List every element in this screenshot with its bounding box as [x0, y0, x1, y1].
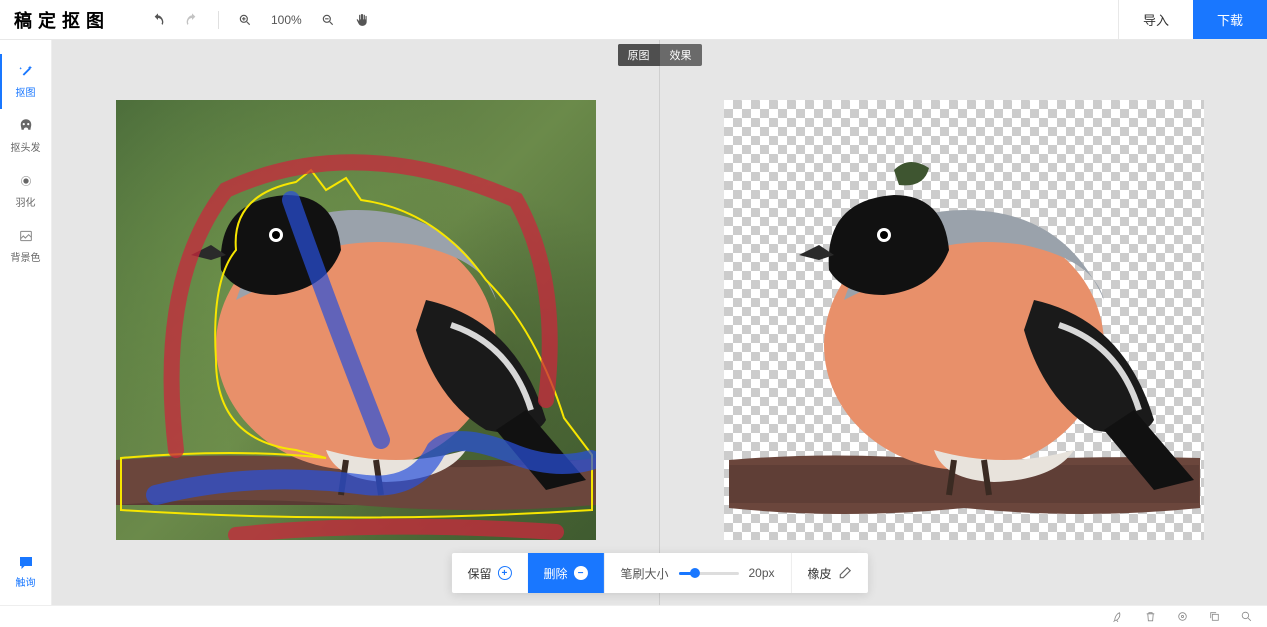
- brush-size-value: 20px: [749, 566, 775, 580]
- keep-brush-button[interactable]: 保留 +: [451, 553, 527, 593]
- copy-icon[interactable]: [1207, 610, 1221, 624]
- rocket-icon[interactable]: [1111, 610, 1125, 624]
- result-image: [724, 100, 1204, 540]
- eraser-icon: [838, 566, 852, 580]
- search-icon[interactable]: [1239, 610, 1253, 624]
- canvas-area: 原图 效果: [52, 40, 1267, 605]
- left-sidebar: 抠图 抠头发 羽化 背景色 触询: [0, 40, 52, 605]
- bird-cutout: [724, 100, 1204, 540]
- header-right: 导入 下载: [1118, 0, 1267, 39]
- sidebar-chat[interactable]: 触询: [0, 554, 51, 589]
- tab-original[interactable]: 原图: [618, 44, 660, 66]
- image-icon: [17, 227, 35, 245]
- app-logo: 稿定抠图: [14, 7, 110, 33]
- target-icon[interactable]: [1175, 610, 1189, 624]
- sidebar-chat-label: 触询: [16, 574, 36, 589]
- keep-label: 保留: [467, 565, 491, 582]
- tab-result[interactable]: 效果: [660, 44, 702, 66]
- sidebar-label: 羽化: [16, 194, 36, 209]
- minus-icon: −: [573, 566, 587, 580]
- remove-brush-button[interactable]: 删除 −: [527, 553, 603, 593]
- redo-icon[interactable]: [184, 12, 200, 28]
- wand-icon: [17, 62, 35, 80]
- bird-illustration: [116, 100, 596, 540]
- sidebar-label: 背景色: [11, 249, 41, 264]
- pan-hand-icon[interactable]: [354, 12, 370, 28]
- sidebar-item-cutout[interactable]: 抠图: [0, 54, 51, 109]
- remove-label: 删除: [543, 565, 567, 582]
- sidebar-item-hair[interactable]: 抠头发: [0, 109, 51, 164]
- chat-icon: [17, 554, 35, 572]
- sidebar-item-bgcolor[interactable]: 背景色: [0, 219, 51, 274]
- hair-icon: [17, 117, 35, 135]
- separator: [218, 11, 219, 29]
- zoom-level: 100%: [271, 13, 302, 27]
- original-pane[interactable]: [52, 40, 659, 605]
- zoom-in-icon[interactable]: [237, 12, 253, 28]
- source-image: [116, 100, 596, 540]
- result-pane[interactable]: [660, 40, 1267, 605]
- plus-icon: +: [497, 566, 511, 580]
- brush-size-control: 笔刷大小 20px: [604, 565, 790, 582]
- header-tools: 100%: [150, 11, 370, 29]
- sidebar-label: 抠头发: [11, 139, 41, 154]
- eraser-label: 橡皮: [808, 565, 832, 582]
- app-header: 稿定抠图 100% 导入 下载: [0, 0, 1267, 40]
- download-button[interactable]: 下载: [1193, 0, 1267, 39]
- undo-icon[interactable]: [150, 12, 166, 28]
- import-button[interactable]: 导入: [1118, 0, 1193, 39]
- feather-icon: [17, 172, 35, 190]
- trash-icon[interactable]: [1143, 610, 1157, 624]
- status-bar: [0, 605, 1267, 627]
- sidebar-label: 抠图: [16, 84, 36, 99]
- zoom-out-icon[interactable]: [320, 12, 336, 28]
- eraser-button[interactable]: 橡皮: [792, 553, 868, 593]
- brush-size-slider[interactable]: [679, 572, 739, 575]
- view-mode-tabs: 原图 效果: [618, 44, 702, 66]
- sidebar-item-feather[interactable]: 羽化: [0, 164, 51, 219]
- brush-toolbar: 保留 + 删除 − 笔刷大小 20px 橡皮: [451, 553, 867, 593]
- brush-size-label: 笔刷大小: [620, 565, 668, 582]
